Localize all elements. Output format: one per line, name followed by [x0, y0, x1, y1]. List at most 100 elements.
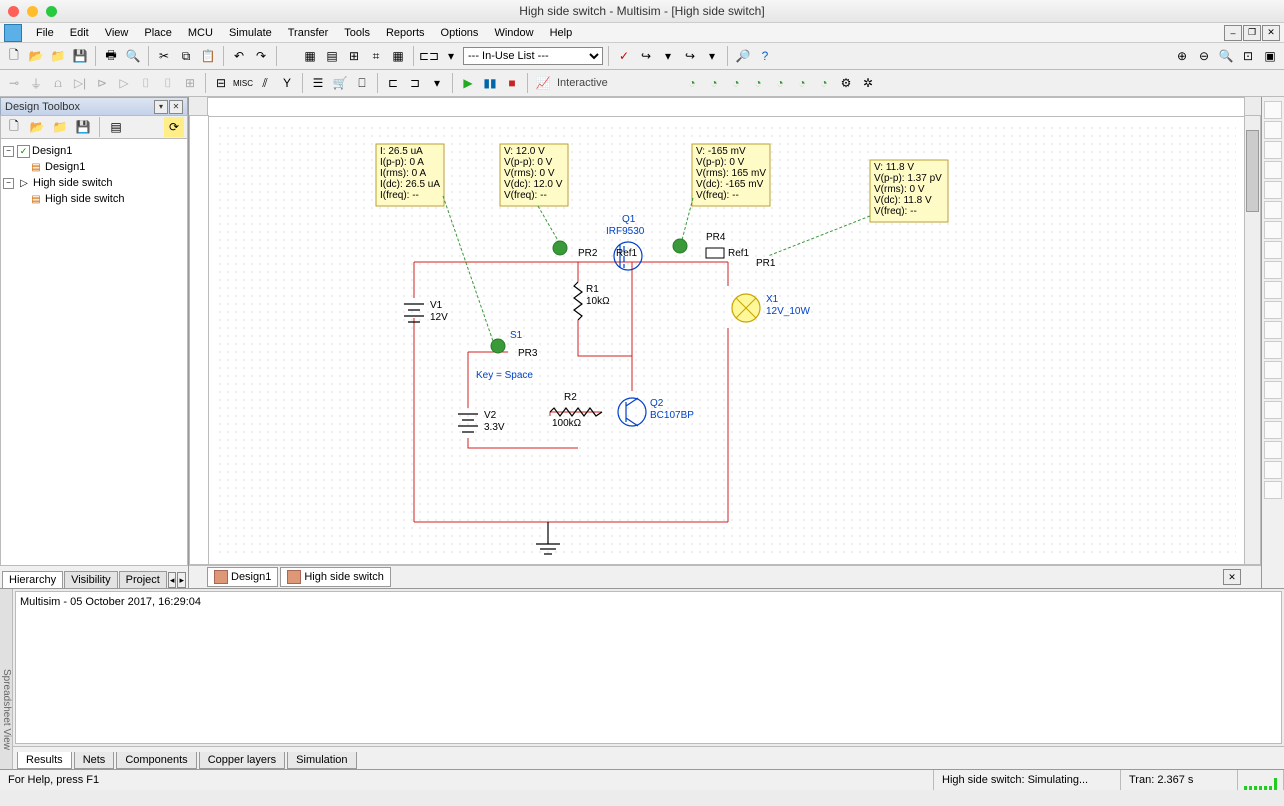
save-icon[interactable]: 💾	[70, 46, 90, 66]
tree-expand-1-icon[interactable]: −	[3, 146, 14, 157]
tb-refresh-icon[interactable]: ⟳	[164, 117, 184, 137]
tab-components[interactable]: Components	[116, 752, 196, 769]
arrow-right-2-icon[interactable]: ↪	[680, 46, 700, 66]
instrument-18-icon[interactable]	[1264, 441, 1282, 459]
new-file-icon[interactable]: 🗋	[4, 46, 24, 66]
instr-1-icon[interactable]: ◔	[682, 73, 702, 93]
instr-settings-icon[interactable]: ⚙	[836, 73, 856, 93]
copy-icon[interactable]: ⧉	[176, 46, 196, 66]
instr-2-icon[interactable]: ◔	[704, 73, 724, 93]
comp-ground-icon[interactable]: ⏚	[26, 73, 46, 93]
instrument-14-icon[interactable]	[1264, 361, 1282, 379]
tab-next-icon[interactable]: ▸	[177, 572, 186, 588]
instr-7-icon[interactable]: ◔	[814, 73, 834, 93]
mdi-minimize-icon[interactable]: –	[1224, 25, 1242, 41]
tab-hierarchy[interactable]: Hierarchy	[2, 571, 63, 588]
comp-analog-icon[interactable]: ▷	[114, 73, 134, 93]
zoom-fit-icon[interactable]: ⊡	[1238, 46, 1258, 66]
menu-place[interactable]: Place	[136, 27, 180, 39]
tab-simulation[interactable]: Simulation	[287, 752, 356, 769]
tree-item-highside[interactable]: High side switch	[33, 177, 112, 189]
component-icon[interactable]: ⊏⊐	[419, 46, 439, 66]
tb-new-icon[interactable]: 🗋	[4, 117, 24, 137]
toggle-1-icon[interactable]: ▦	[300, 46, 320, 66]
hierarchy-icon[interactable]: ☰	[308, 73, 328, 93]
search-icon[interactable]: 🔎	[733, 46, 753, 66]
package-icon[interactable]: ⎕	[352, 73, 372, 93]
instr-5-icon[interactable]: ◔	[770, 73, 790, 93]
mdi-restore-icon[interactable]: ❐	[1243, 25, 1261, 41]
menu-transfer[interactable]: Transfer	[280, 27, 337, 39]
zoom-out-icon[interactable]: ⊖	[1194, 46, 1214, 66]
misc-icon[interactable]: MISC	[233, 73, 253, 93]
instr-6-icon[interactable]: ◔	[792, 73, 812, 93]
doc-tabs-close-icon[interactable]: ✕	[1223, 569, 1241, 585]
instrument-3-icon[interactable]	[1264, 141, 1282, 159]
instr-4-icon[interactable]: ◔	[748, 73, 768, 93]
layout-2-icon[interactable]: ⊐	[405, 73, 425, 93]
comp-misc-icon[interactable]: ⊞	[180, 73, 200, 93]
undo-icon[interactable]: ↶	[229, 46, 249, 66]
dropdown-3-icon[interactable]: ▾	[702, 46, 722, 66]
tree-item-design1-child[interactable]: Design1	[45, 161, 85, 173]
tree-item-highside-child[interactable]: High side switch	[45, 193, 124, 205]
cut-icon[interactable]: ✂	[154, 46, 174, 66]
dropdown-2-icon[interactable]: ▾	[658, 46, 678, 66]
instrument-17-icon[interactable]	[1264, 421, 1282, 439]
paste-icon[interactable]: 📋	[198, 46, 218, 66]
instrument-15-icon[interactable]	[1264, 381, 1282, 399]
instrument-12-icon[interactable]	[1264, 321, 1282, 339]
menu-window[interactable]: Window	[486, 27, 541, 39]
bus-icon[interactable]: ⊟	[211, 73, 231, 93]
menu-reports[interactable]: Reports	[378, 27, 433, 39]
instrument-16-icon[interactable]	[1264, 401, 1282, 419]
doc-tab-highside[interactable]: High side switch	[280, 567, 390, 587]
instrument-19-icon[interactable]	[1264, 461, 1282, 479]
tab-visibility[interactable]: Visibility	[64, 571, 118, 588]
spreadsheet-handle[interactable]: Spreadsheet View	[0, 589, 13, 769]
tab-nets[interactable]: Nets	[74, 752, 115, 769]
tb-open2-icon[interactable]: 📁	[50, 117, 70, 137]
instrument-10-icon[interactable]	[1264, 281, 1282, 299]
menu-file[interactable]: File	[28, 27, 62, 39]
preview-icon[interactable]: 🔍	[123, 46, 143, 66]
instrument-7-icon[interactable]	[1264, 221, 1282, 239]
comp-transistor-icon[interactable]: ⊳	[92, 73, 112, 93]
doc-tab-design1[interactable]: Design1	[207, 567, 278, 587]
print-icon[interactable]: 🖶	[101, 46, 121, 66]
pause-button[interactable]: ▮▮	[480, 73, 500, 93]
open-folder-icon[interactable]: 📁	[48, 46, 68, 66]
instr-3-icon[interactable]: ◔	[726, 73, 746, 93]
menu-mcu[interactable]: MCU	[180, 27, 221, 39]
menu-edit[interactable]: Edit	[62, 27, 97, 39]
help-icon[interactable]: ?	[755, 46, 775, 66]
interactive-icon[interactable]: 📈	[533, 73, 553, 93]
menu-simulate[interactable]: Simulate	[221, 27, 280, 39]
instrument-9-icon[interactable]	[1264, 261, 1282, 279]
tb-save-icon[interactable]: 💾	[73, 117, 93, 137]
in-use-list-combo[interactable]: --- In-Use List ---	[463, 47, 603, 65]
comp-diode-icon[interactable]: ▷|	[70, 73, 90, 93]
tb-open-icon[interactable]: 📂	[27, 117, 47, 137]
toggle-5-icon[interactable]: ▦	[388, 46, 408, 66]
redo-icon[interactable]: ↷	[251, 46, 271, 66]
tab-prev-icon[interactable]: ◂	[168, 572, 177, 588]
dropdown-1-icon[interactable]: ▾	[441, 46, 461, 66]
connector-icon[interactable]: ⫽	[255, 73, 275, 93]
menu-options[interactable]: Options	[433, 27, 487, 39]
open-file-icon[interactable]: 📂	[26, 46, 46, 66]
comp-source-icon[interactable]: ⊸	[4, 73, 24, 93]
menu-help[interactable]: Help	[542, 27, 581, 39]
tb-props-icon[interactable]: ▤	[106, 117, 126, 137]
instrument-8-icon[interactable]	[1264, 241, 1282, 259]
instrument-13-icon[interactable]	[1264, 341, 1282, 359]
design-tree[interactable]: − ✓ Design1 ▤ Design1 − ▷ High side swit…	[0, 139, 188, 566]
mdi-close-icon[interactable]: ✕	[1262, 25, 1280, 41]
layout-1-icon[interactable]: ⊏	[383, 73, 403, 93]
scrollbar-vertical[interactable]	[1244, 115, 1261, 565]
toolbox-pin-icon[interactable]: ▾	[154, 100, 168, 114]
tab-copper[interactable]: Copper layers	[199, 752, 285, 769]
check-icon[interactable]: ✓	[614, 46, 634, 66]
instrument-11-icon[interactable]	[1264, 301, 1282, 319]
toggle-3-icon[interactable]: ⊞	[344, 46, 364, 66]
